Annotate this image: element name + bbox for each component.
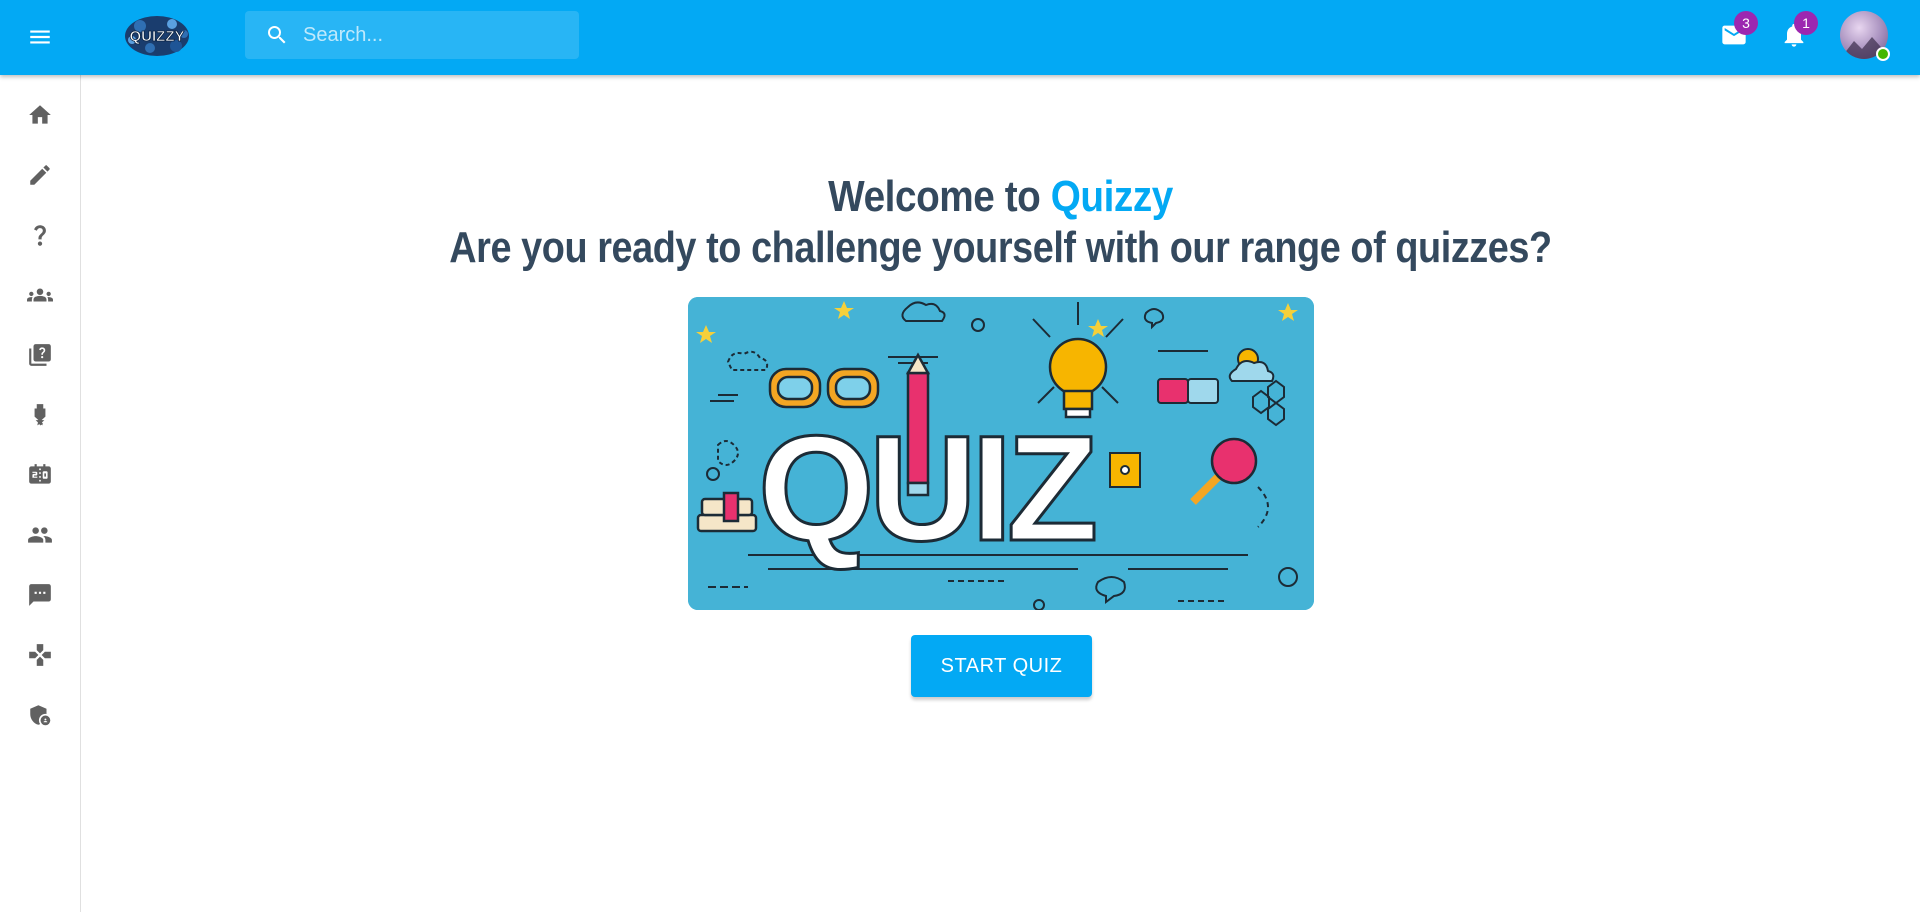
menu-icon	[30, 30, 50, 44]
online-status-dot	[1876, 47, 1890, 61]
groups-icon	[27, 288, 53, 302]
sidebar-item-groups[interactable]	[16, 271, 64, 319]
start-quiz-button[interactable]: START QUIZ	[911, 635, 1092, 697]
search-icon	[268, 26, 286, 44]
main-content: Welcome to Quizzy Are you ready to chall…	[81, 75, 1920, 912]
sidebar	[0, 75, 81, 912]
pencil-icon	[30, 165, 50, 185]
sidebar-item-create[interactable]	[16, 151, 64, 199]
quiz-library-icon	[29, 344, 51, 366]
sidebar-item-questions[interactable]	[16, 211, 64, 259]
welcome-heading: Welcome to Quizzy	[191, 172, 1809, 222]
sidebar-item-quiz-library[interactable]	[16, 331, 64, 379]
trophy-medal-icon	[34, 404, 46, 426]
sidebar-item-people[interactable]	[16, 511, 64, 559]
quiz-banner-image: QUIZ	[688, 297, 1314, 610]
mail-button[interactable]: 3	[1710, 11, 1758, 59]
people-icon	[28, 527, 52, 543]
app-bar: QUIZZY 3 1	[0, 0, 1920, 75]
sidebar-item-home[interactable]	[16, 91, 64, 139]
subtitle-heading: Are you ready to challenge yourself with…	[449, 223, 1552, 272]
search-input[interactable]	[303, 11, 573, 59]
chat-icon	[29, 584, 51, 606]
mail-badge: 3	[1734, 11, 1758, 35]
welcome-prefix: Welcome to	[828, 172, 1051, 221]
svg-text:QUIZZY: QUIZZY	[130, 28, 185, 45]
sidebar-item-scoreboard[interactable]	[16, 451, 64, 499]
sidebar-item-leaderboard[interactable]	[16, 391, 64, 439]
admin-shield-icon	[30, 705, 51, 726]
gamepad-icon	[29, 644, 51, 666]
home-icon	[29, 105, 51, 124]
menu-button[interactable]	[16, 13, 64, 61]
quizzy-logo[interactable]: QUIZZY	[120, 10, 194, 62]
brand-name: Quizzy	[1050, 172, 1174, 221]
sidebar-item-admin[interactable]	[16, 691, 64, 739]
question-mark-icon	[34, 225, 46, 246]
sidebar-item-chat[interactable]	[16, 571, 64, 619]
scoreboard-icon	[29, 464, 51, 484]
notifications-button[interactable]: 1	[1770, 11, 1818, 59]
search-bar[interactable]	[245, 11, 579, 59]
sidebar-item-games[interactable]	[16, 631, 64, 679]
notification-badge: 1	[1794, 11, 1818, 35]
